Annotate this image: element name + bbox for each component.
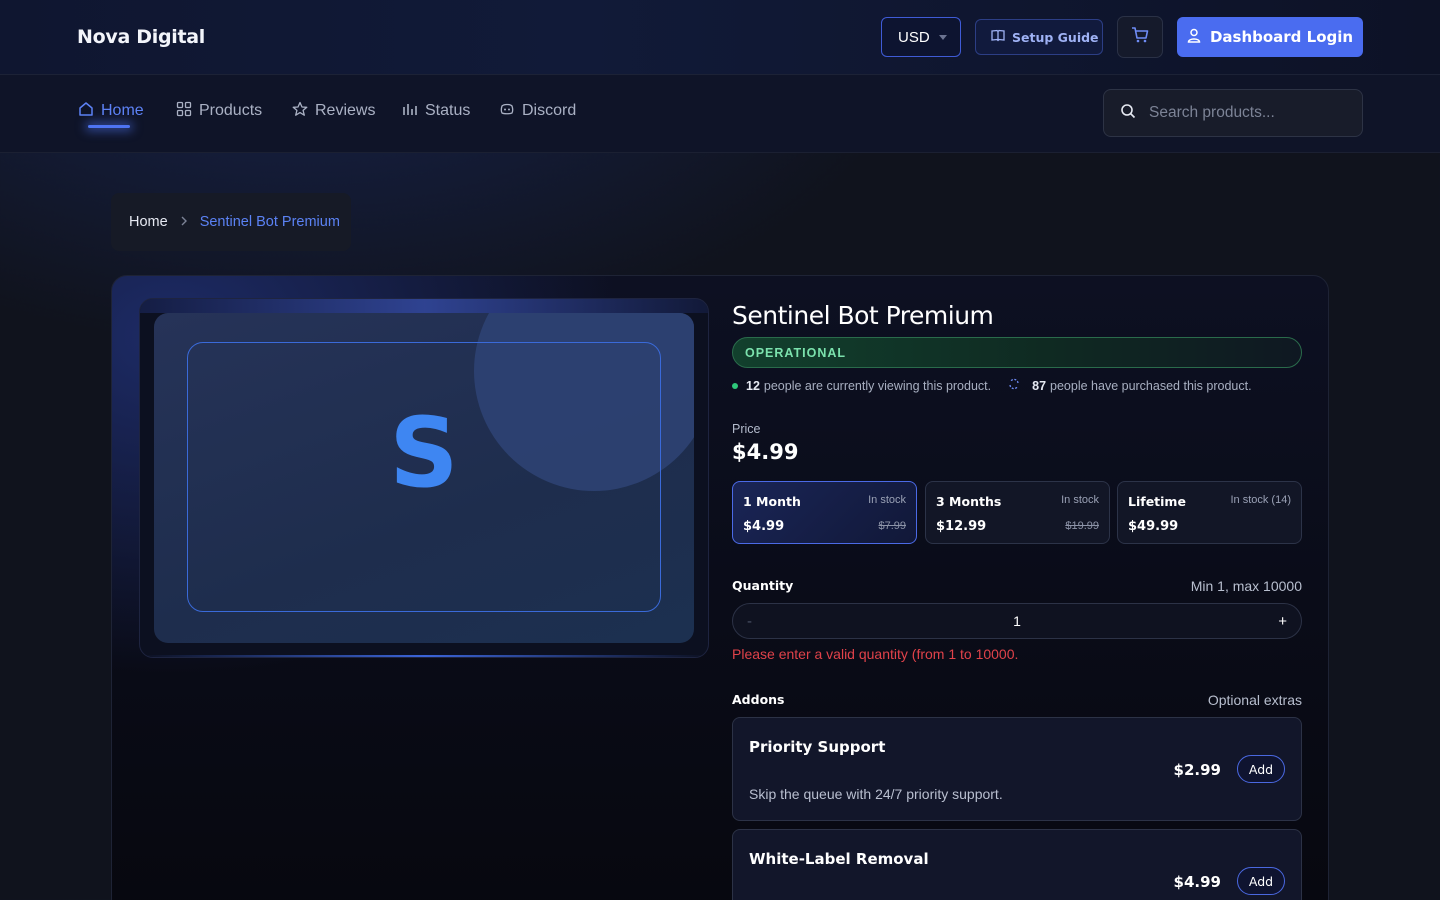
nav-item-products[interactable]: Products	[176, 101, 262, 121]
chevron-down-icon	[939, 35, 947, 40]
plan-old-price: $19.99	[1065, 520, 1099, 532]
viewers-count: 12	[746, 378, 760, 393]
addon-white-label-removal: White-Label Removal $4.99 Add	[732, 829, 1302, 900]
nav-label-discord: Discord	[522, 102, 577, 119]
addon-add-button[interactable]: Add	[1237, 867, 1285, 895]
addon-add-button[interactable]: Add	[1237, 755, 1285, 783]
home-icon	[78, 101, 94, 122]
product-price: $4.99	[732, 440, 799, 464]
quantity-increment-button[interactable]: +	[1267, 613, 1287, 630]
addons-hint: Optional extras	[1207, 692, 1302, 708]
breadcrumb: Home Sentinel Bot Premium	[111, 193, 351, 251]
user-icon	[1187, 28, 1201, 47]
quantity-decrement-button[interactable]: -	[747, 613, 767, 630]
price-label: Price	[732, 422, 761, 436]
product-card: S Sentinel Bot Premium OPERATIONAL 12 pe…	[111, 275, 1329, 900]
plan-price: $12.99	[936, 519, 987, 534]
quantity-stepper: - 1 +	[732, 603, 1302, 639]
top-header: Nova Digital USD Setup Guide Dashboard L…	[0, 0, 1440, 75]
status-badge: OPERATIONAL	[732, 337, 1302, 368]
cart-button[interactable]	[1117, 16, 1163, 58]
product-image: S	[139, 298, 709, 658]
currency-value: USD	[898, 28, 930, 46]
social-proof: 12 people are currently viewing this pro…	[732, 378, 1252, 393]
breadcrumb-current: Sentinel Bot Premium	[199, 214, 340, 230]
setup-guide-button[interactable]: Setup Guide	[975, 19, 1103, 55]
star-icon	[292, 101, 308, 122]
product-title: Sentinel Bot Premium	[732, 301, 994, 330]
plan-price: $49.99	[1128, 519, 1179, 534]
plan-old-price: $7.99	[878, 520, 906, 532]
quantity-label: Quantity	[732, 578, 794, 593]
plan-name: 3 Months	[936, 494, 1002, 509]
nav-label-status: Status	[425, 102, 471, 119]
quantity-range: Min 1, max 10000	[1190, 578, 1302, 594]
live-dot-icon	[732, 382, 738, 389]
active-nav-indicator	[88, 125, 130, 128]
plan-stock: In stock (14)	[1230, 494, 1291, 506]
addon-description: Skip the queue with 24/7 priority suppor…	[749, 786, 1003, 802]
addon-name: Priority Support	[749, 738, 886, 756]
plan-stock: In stock	[1061, 494, 1099, 506]
brand-logo[interactable]: Nova Digital	[77, 26, 205, 48]
addon-price: $2.99	[1173, 761, 1221, 779]
plan-name: Lifetime	[1128, 494, 1186, 509]
chevron-right-icon	[180, 214, 188, 230]
nav-label-home: Home	[101, 102, 144, 119]
dashboard-login-button[interactable]: Dashboard Login	[1177, 17, 1363, 57]
plan-option-lifetime[interactable]: Lifetime In stock (14) $49.99	[1117, 481, 1302, 544]
plan-option-3-months[interactable]: 3 Months In stock $12.99 $19.99	[925, 481, 1110, 544]
search-input[interactable]	[1149, 104, 1349, 122]
addons-label: Addons	[732, 692, 785, 707]
viewers-text: people are currently viewing this produc…	[763, 378, 992, 393]
nav-item-status[interactable]: Status	[402, 101, 470, 121]
setup-guide-label: Setup Guide	[1012, 29, 1099, 45]
plan-price: $4.99	[743, 519, 785, 534]
addon-priority-support: Priority Support Skip the queue with 24/…	[732, 717, 1302, 821]
plan-option-1-month[interactable]: 1 Month In stock $4.99 $7.99	[732, 481, 917, 544]
nav-item-home[interactable]: Home	[78, 101, 144, 121]
bar-chart-icon	[402, 101, 418, 122]
status-label: OPERATIONAL	[745, 345, 847, 360]
refresh-icon	[1008, 378, 1020, 393]
image-bottom-line	[140, 655, 708, 657]
cart-icon	[1131, 26, 1149, 49]
addon-price: $4.99	[1173, 873, 1221, 891]
discord-icon	[499, 101, 515, 122]
currency-select[interactable]: USD	[881, 17, 961, 57]
grid-icon	[176, 101, 192, 122]
search-box[interactable]	[1103, 89, 1363, 137]
nav-item-reviews[interactable]: Reviews	[292, 101, 375, 121]
addon-name: White-Label Removal	[749, 850, 929, 868]
main-nav: Home Products Reviews Status Discord	[0, 75, 1440, 153]
breadcrumb-home[interactable]: Home	[129, 214, 168, 230]
purchased-text: people have purchased this product.	[1050, 378, 1252, 393]
search-icon	[1120, 103, 1136, 124]
dashboard-login-label: Dashboard Login	[1209, 28, 1354, 46]
purchased-count: 87	[1032, 378, 1047, 393]
plan-stock: In stock	[868, 494, 906, 506]
quantity-error: Please enter a valid quantity (from 1 to…	[732, 646, 1019, 662]
plan-name: 1 Month	[743, 494, 801, 509]
book-icon	[991, 29, 1005, 45]
image-panel: S	[154, 313, 694, 643]
image-top-glow	[140, 299, 708, 313]
product-info: Sentinel Bot Premium OPERATIONAL 12 peop…	[732, 276, 1302, 900]
nav-label-reviews: Reviews	[315, 102, 376, 119]
nav-label-products: Products	[199, 102, 263, 119]
quantity-input[interactable]: 1	[1013, 613, 1021, 629]
nav-item-discord[interactable]: Discord	[499, 101, 576, 121]
product-initial: S	[389, 397, 459, 509]
